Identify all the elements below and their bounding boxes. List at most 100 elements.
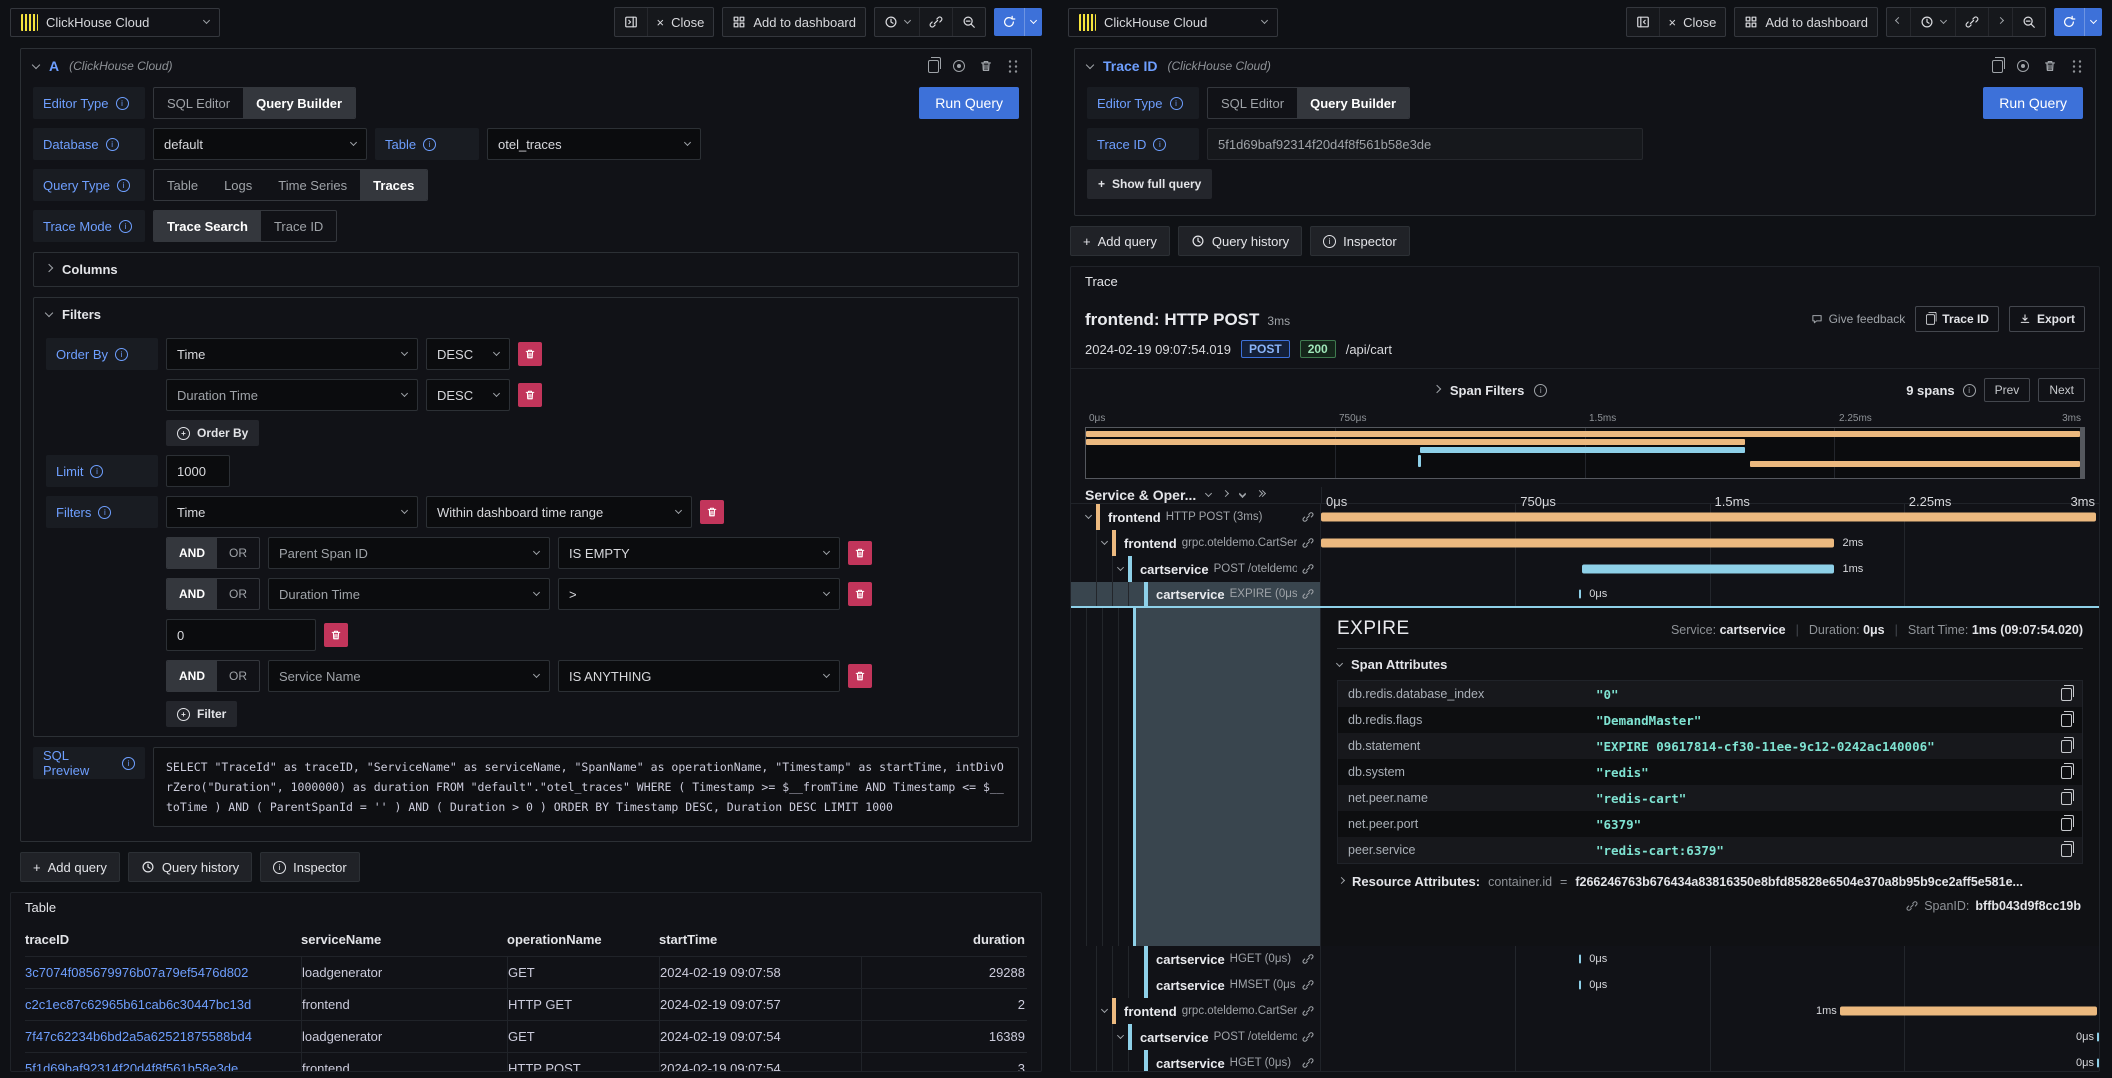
double-chevron-right-icon[interactable]	[1257, 494, 1265, 496]
info-icon[interactable]: i	[117, 179, 130, 192]
span-track[interactable]: 0μs	[1321, 1050, 2099, 1072]
span-duration-bar[interactable]	[1321, 539, 1834, 548]
duplicate-query-icon[interactable]	[928, 60, 939, 73]
trace-id-link[interactable]: 5f1d69baf92314f20d4f8f561b58e3de	[25, 1053, 301, 1072]
time-shift-back-button[interactable]	[1887, 8, 1910, 36]
span-track[interactable]: 0μs	[1321, 946, 2099, 972]
collapse-query-icon[interactable]	[32, 60, 40, 68]
span-attributes-toggle[interactable]: Span Attributes	[1337, 657, 2083, 672]
span-track[interactable]: 1ms	[1321, 998, 2099, 1024]
time-shift-forward-button[interactable]	[1988, 8, 2012, 36]
close-pane-button[interactable]: ×Close	[1659, 8, 1726, 36]
chevron-down-icon[interactable]	[1101, 1006, 1108, 1013]
filter-field-select[interactable]: Service Name	[268, 660, 550, 692]
copy-value-icon[interactable]	[2061, 844, 2072, 857]
info-icon[interactable]: i	[119, 220, 132, 233]
span-link-icon[interactable]	[1302, 1005, 1314, 1017]
info-icon[interactable]: i	[1534, 384, 1547, 397]
give-feedback-button[interactable]: Give feedback	[1811, 312, 1906, 326]
database-select[interactable]: default	[153, 128, 367, 160]
editor-type-option[interactable]: SQL Editor	[154, 88, 243, 118]
remove-query-icon[interactable]	[979, 59, 993, 73]
filter-operator-select[interactable]: Within dashboard time range	[426, 496, 692, 528]
copy-trace-id-button[interactable]: Trace ID	[1915, 306, 1999, 332]
filter-field-select[interactable]: Parent Span ID	[268, 537, 550, 569]
hide-response-icon[interactable]	[953, 60, 965, 72]
span-duration-bar[interactable]	[1579, 981, 1581, 990]
hide-response-icon[interactable]	[2017, 60, 2029, 72]
logic-or-option[interactable]: OR	[217, 538, 259, 568]
logic-and-option[interactable]: AND	[167, 579, 217, 609]
double-chevron-down-icon[interactable]	[1240, 494, 1245, 497]
span-track[interactable]: 0μs	[1321, 972, 2099, 998]
span-duration-bar[interactable]	[2097, 1033, 2099, 1042]
info-icon[interactable]: i	[1963, 384, 1976, 397]
column-header[interactable]: duration	[861, 932, 1027, 947]
copy-value-icon[interactable]	[2061, 688, 2072, 701]
info-icon[interactable]: i	[423, 138, 436, 151]
info-icon[interactable]: i	[1153, 138, 1166, 151]
span-filters-label[interactable]: Span Filters	[1450, 383, 1524, 398]
chevron-down-icon[interactable]	[1205, 490, 1212, 497]
share-link-button[interactable]	[1955, 8, 1988, 36]
chevron-down-icon[interactable]	[1085, 512, 1092, 519]
time-picker-button[interactable]	[875, 8, 919, 36]
span-duration-bar[interactable]	[2097, 1059, 2099, 1068]
remove-order-by-button[interactable]	[518, 342, 542, 366]
trace-id-link[interactable]: 7f47c62234b6bd2a5a62521875588bd4	[25, 1021, 301, 1052]
remove-filter-button[interactable]	[848, 582, 872, 606]
add-to-dashboard-button[interactable]: Add to dashboard	[723, 8, 865, 36]
query-type-option[interactable]: Table	[154, 170, 211, 200]
inspector-button[interactable]: iInspector	[260, 852, 359, 882]
span-track[interactable]: 0μs	[1321, 1024, 2099, 1050]
column-header[interactable]: startTime	[659, 932, 861, 947]
export-button[interactable]: Export	[2009, 306, 2085, 332]
span-duration-bar[interactable]	[1579, 955, 1581, 964]
span-link-icon[interactable]	[1302, 563, 1314, 575]
trace-id-input[interactable]	[1207, 128, 1643, 160]
show-full-query-button[interactable]: +Show full query	[1087, 169, 1212, 199]
trace-id-link[interactable]: c2c1ec87c62965b61cab6c30447bc13d	[25, 989, 301, 1020]
trace-id-link[interactable]: 3c7074f085679976b07a79ef5476d802	[25, 957, 301, 988]
span-row[interactable]: frontend HTTP POST (3ms)	[1071, 504, 2099, 530]
query-history-button[interactable]: Query history	[1178, 226, 1302, 256]
remove-filter-button[interactable]	[848, 664, 872, 688]
chevron-right-icon[interactable]	[1222, 490, 1229, 497]
resource-attributes-toggle[interactable]: Resource Attributes: container.id = f266…	[1337, 864, 2083, 893]
info-icon[interactable]: i	[1170, 97, 1183, 110]
next-span-button[interactable]: Next	[2038, 378, 2085, 402]
query-type-option[interactable]: Time Series	[265, 170, 360, 200]
chevron-down-icon[interactable]	[1117, 564, 1124, 571]
add-to-dashboard-button[interactable]: Add to dashboard	[1735, 8, 1877, 36]
logic-or-option[interactable]: OR	[217, 661, 259, 691]
span-duration-bar[interactable]	[1579, 590, 1581, 599]
refresh-interval-dropdown[interactable]	[2084, 8, 2102, 36]
filter-operator-select[interactable]: IS ANYTHING	[558, 660, 840, 692]
span-link-icon[interactable]	[1302, 979, 1314, 991]
filter-value-input[interactable]	[166, 619, 316, 651]
remove-order-by-button[interactable]	[518, 383, 542, 407]
run-query-button[interactable]: Run Query	[1983, 87, 2083, 119]
span-link-icon[interactable]	[1302, 537, 1314, 549]
filter-operator-select[interactable]: IS EMPTY	[558, 537, 840, 569]
query-type-option[interactable]: Traces	[360, 170, 427, 200]
remove-filter-button[interactable]	[700, 500, 724, 524]
remove-filter-button[interactable]	[848, 541, 872, 565]
span-row[interactable]: cartservice HGET (0μs) 0μs	[1071, 1050, 2099, 1072]
span-row[interactable]: cartservice POST /oteldemo 0μs	[1071, 1024, 2099, 1050]
order-by-field-select[interactable]: Time	[166, 338, 418, 370]
query-history-button[interactable]: Query history	[128, 852, 252, 882]
column-header[interactable]: serviceName	[301, 932, 507, 947]
zoom-out-button[interactable]	[2012, 8, 2045, 36]
limit-input[interactable]	[166, 455, 230, 487]
span-duration-bar[interactable]	[1321, 513, 2096, 522]
filter-operator-select[interactable]: >	[558, 578, 840, 610]
copy-value-icon[interactable]	[2061, 740, 2072, 753]
chevron-down-icon[interactable]	[1117, 1032, 1124, 1039]
order-by-direction-select[interactable]: DESC	[426, 379, 510, 411]
info-icon[interactable]: i	[115, 348, 128, 361]
span-link-icon[interactable]	[1302, 1057, 1314, 1069]
trace-mode-option[interactable]: Trace Search	[154, 211, 261, 241]
filters-section-toggle[interactable]: Filters	[46, 307, 1006, 322]
span-link-icon[interactable]	[1302, 588, 1314, 600]
